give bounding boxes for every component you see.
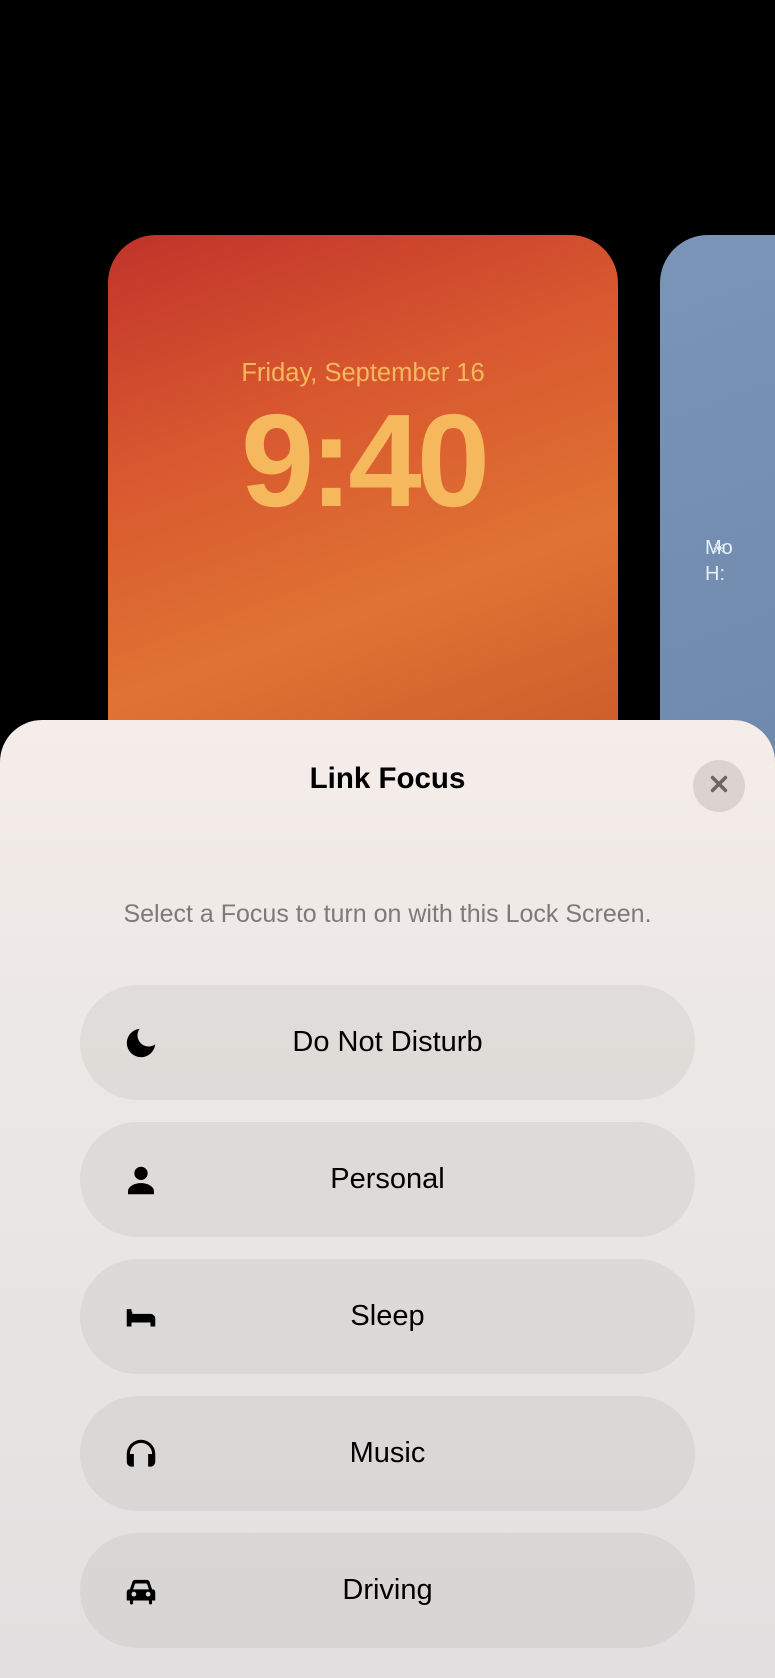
- focus-item-label: Music: [80, 1437, 695, 1470]
- focus-item-label: Driving: [80, 1574, 695, 1607]
- sheet-subtitle: Select a Focus to turn on with this Lock…: [30, 900, 745, 929]
- focus-item-driving[interactable]: Driving: [80, 1533, 695, 1648]
- moon-icon: [120, 1022, 162, 1064]
- link-focus-sheet: Link Focus Select a Focus to turn on wit…: [0, 720, 775, 1678]
- focus-item-label: Sleep: [80, 1300, 695, 1333]
- focus-item-personal[interactable]: Personal: [80, 1122, 695, 1237]
- lockscreen-date: Friday, September 16: [108, 359, 618, 388]
- focus-item-sleep[interactable]: Sleep: [80, 1259, 695, 1374]
- focus-item-label: Do Not Disturb: [80, 1026, 695, 1059]
- close-button[interactable]: [693, 760, 745, 812]
- bed-icon: [120, 1296, 162, 1338]
- sheet-title: Link Focus: [30, 762, 745, 796]
- focus-item-do-not-disturb[interactable]: Do Not Disturb: [80, 985, 695, 1100]
- lockscreen-time: 9:40: [108, 385, 618, 536]
- sheet-header: Link Focus: [30, 762, 745, 796]
- car-icon: [120, 1570, 162, 1612]
- person-icon: [120, 1159, 162, 1201]
- focus-item-music[interactable]: Music: [80, 1396, 695, 1511]
- focus-list: Do Not Disturb Personal Sleep Music Driv: [30, 985, 745, 1648]
- weather-widget-text: Mo H:: [705, 535, 733, 587]
- close-icon: [708, 773, 730, 800]
- headphones-icon: [120, 1433, 162, 1475]
- focus-item-label: Personal: [80, 1163, 695, 1196]
